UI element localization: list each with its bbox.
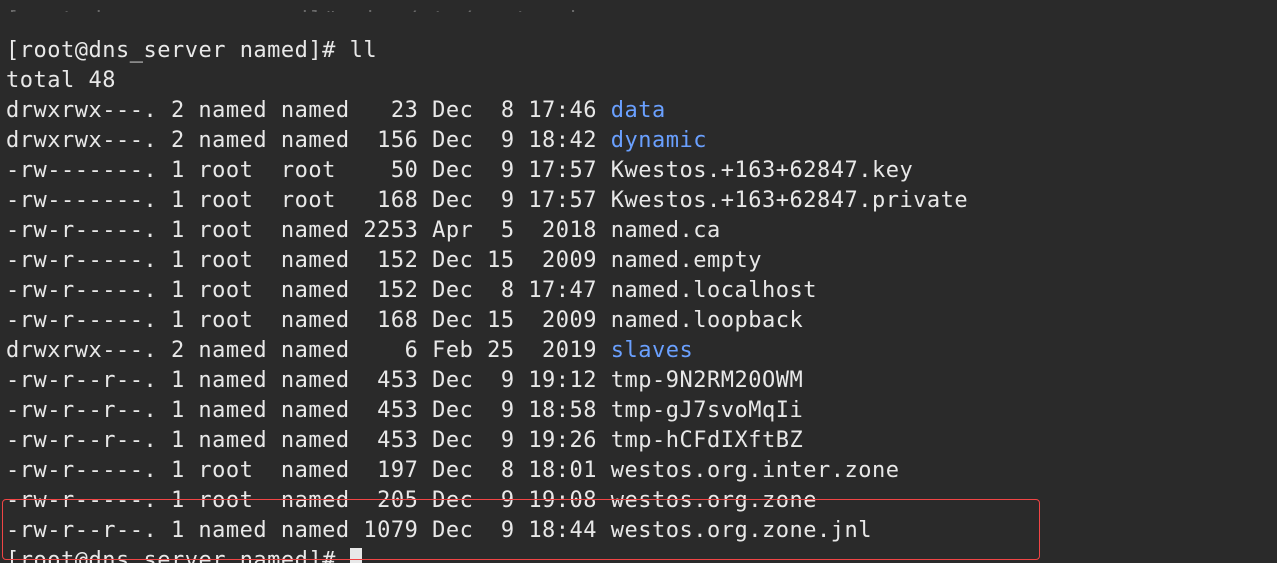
- prompt: [root@dns_server named]#: [6, 38, 350, 63]
- file-name: Kwestos.+163+62847.private: [611, 188, 968, 213]
- file-name: named.ca: [611, 218, 721, 243]
- file-name: westos.org.zone.jnl: [611, 518, 872, 543]
- file-name: westos.org.zone: [611, 488, 817, 513]
- partial-previous-line: [root@dns_server named]# vim /etc/westos…: [6, 6, 1271, 12]
- command-ll: ll: [350, 38, 378, 63]
- directory-name: dynamic: [611, 128, 707, 153]
- list-row: -rw-r-----. 1 root named 168 Dec 15 2009…: [6, 308, 803, 333]
- list-row: drwxrwx---. 2 named named 6 Feb 25 2019 …: [6, 338, 693, 363]
- file-name: tmp-hCFdIXftBZ: [611, 428, 803, 453]
- file-name: Kwestos.+163+62847.key: [611, 158, 913, 183]
- cursor: [350, 548, 362, 563]
- file-name: named.empty: [611, 248, 762, 273]
- list-row: -rw-r--r--. 1 named named 1079 Dec 9 18:…: [6, 518, 872, 543]
- list-row: -rw-r--r--. 1 named named 453 Dec 9 19:2…: [6, 428, 803, 453]
- list-row: -rw-------. 1 root root 168 Dec 9 17:57 …: [6, 188, 968, 213]
- total-line: total 48: [6, 68, 116, 93]
- terminal[interactable]: [root@dns_server named]# vim /etc/westos…: [0, 0, 1277, 563]
- file-name: named.loopback: [611, 308, 803, 333]
- file-listing: drwxrwx---. 2 named named 23 Dec 8 17:46…: [6, 96, 1271, 546]
- list-row: -rw-r--r--. 1 named named 453 Dec 9 18:5…: [6, 398, 803, 423]
- list-row: -rw-r--r--. 1 named named 453 Dec 9 19:1…: [6, 368, 803, 393]
- directory-name: slaves: [611, 338, 693, 363]
- list-row: -rw-r-----. 1 root named 152 Dec 15 2009…: [6, 248, 762, 273]
- list-row: -rw-r-----. 1 root named 2253 Apr 5 2018…: [6, 218, 721, 243]
- list-row: drwxrwx---. 2 named named 156 Dec 9 18:4…: [6, 128, 707, 153]
- file-name: westos.org.inter.zone: [611, 458, 900, 483]
- list-row: drwxrwx---. 2 named named 23 Dec 8 17:46…: [6, 98, 666, 123]
- directory-name: data: [611, 98, 666, 123]
- list-row: -rw-r-----. 1 root named 205 Dec 9 19:08…: [6, 488, 817, 513]
- list-row: -rw-------. 1 root root 50 Dec 9 17:57 K…: [6, 158, 913, 183]
- list-row: -rw-r-----. 1 root named 197 Dec 8 18:01…: [6, 458, 899, 483]
- file-name: tmp-9N2RM20OWM: [611, 368, 803, 393]
- file-name: tmp-gJ7svoMqIi: [611, 398, 803, 423]
- file-name: named.localhost: [611, 278, 817, 303]
- prompt: [root@dns_server named]#: [6, 548, 350, 563]
- list-row: -rw-r-----. 1 root named 152 Dec 8 17:47…: [6, 278, 817, 303]
